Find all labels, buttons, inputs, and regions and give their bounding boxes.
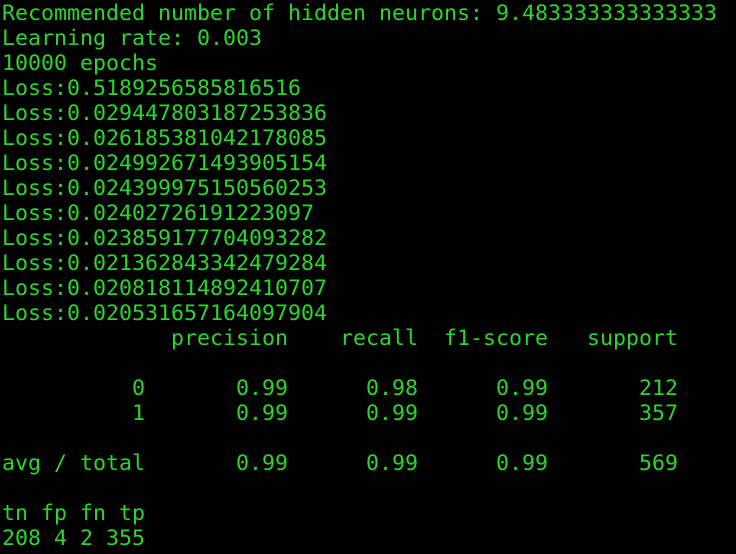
loss-line: Loss:0.020818114892410707: [2, 276, 328, 301]
loss-line: Loss:0.02402726191223097: [2, 201, 315, 226]
report-row-class-1: 1 0.99 0.99 0.99 357: [2, 401, 679, 426]
learning-rate-line: Learning rate: 0.003: [2, 26, 263, 51]
report-row-class-0: 0 0.99 0.98 0.99 212: [2, 376, 679, 401]
loss-line: Loss:0.024992671493905154: [2, 151, 328, 176]
loss-line: Loss:0.024399975150560253: [2, 176, 328, 201]
confusion-values-line: 208 4 2 355: [2, 526, 146, 551]
confusion-header-line: tn fp fn tp: [2, 501, 146, 526]
loss-line: Loss:0.029447803187253836: [2, 101, 328, 126]
loss-line: Loss:0.5189256585816516: [2, 76, 302, 101]
terminal-window[interactable]: Recommended number of hidden neurons: 9.…: [0, 0, 736, 554]
report-row-avg-total: avg / total 0.99 0.99 0.99 569: [2, 451, 679, 476]
hidden-neurons-line: Recommended number of hidden neurons: 9.…: [2, 1, 718, 26]
loss-line: Loss:0.023859177704093282: [2, 226, 328, 251]
loss-line: Loss:0.026185381042178085: [2, 126, 328, 151]
epochs-line: 10000 epochs: [2, 51, 159, 76]
loss-line: Loss:0.020531657164097904: [2, 301, 328, 326]
loss-line: Loss:0.021362843342479284: [2, 251, 328, 276]
report-header-line: precision recall f1-score support: [2, 326, 679, 351]
